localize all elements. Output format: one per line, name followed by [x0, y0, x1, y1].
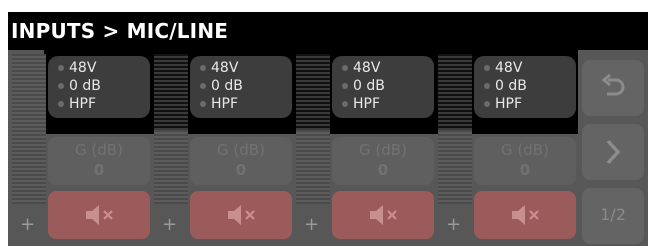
hpf-label: HPF — [69, 96, 97, 112]
hpf-led — [58, 101, 64, 107]
undo-icon — [601, 74, 625, 96]
undo-button[interactable] — [582, 60, 644, 116]
speaker-muted-icon — [512, 205, 539, 225]
hpf-led — [200, 101, 206, 107]
page-title: INPUTS > MIC/LINE — [11, 19, 229, 43]
gain-led — [58, 83, 64, 89]
channel-3-gain-control[interactable]: G (dB) 0 — [332, 137, 434, 185]
add-icon[interactable]: + — [304, 214, 319, 235]
page-indicator: 1/2 — [600, 205, 626, 224]
level-meter — [296, 54, 330, 130]
level-meter — [438, 54, 472, 130]
page-toggle-button[interactable]: 1/2 — [582, 188, 644, 244]
phantom-power-label: 48V — [495, 60, 523, 76]
gain-value: 0 — [377, 161, 389, 179]
gain-led — [484, 83, 490, 89]
channel-3-settings[interactable]: 48V 0 dB HPF — [332, 56, 434, 118]
channel-4-gain-control[interactable]: G (dB) 0 — [474, 137, 576, 185]
speaker-muted-icon — [228, 205, 255, 225]
phantom-power-label: 48V — [69, 60, 97, 76]
channel-2-gain-control[interactable]: G (dB) 0 — [190, 137, 292, 185]
hpf-led — [484, 101, 490, 107]
level-meter-lower — [154, 130, 188, 204]
channel-2-mute-button[interactable] — [190, 191, 292, 239]
channel-3-mute-button[interactable] — [332, 191, 434, 239]
gain-readout: 0 dB — [495, 78, 527, 94]
gain-readout: 0 dB — [69, 78, 101, 94]
hpf-label: HPF — [353, 96, 381, 112]
channel-2-settings[interactable]: 48V 0 dB HPF — [190, 56, 292, 118]
channel-4-mute-button[interactable] — [474, 191, 576, 239]
level-meter — [12, 54, 46, 204]
gain-readout: 0 dB — [211, 78, 243, 94]
hpf-label: HPF — [495, 96, 523, 112]
gain-value: 0 — [235, 161, 247, 179]
phantom-led — [342, 65, 348, 71]
gain-readout: 0 dB — [353, 78, 385, 94]
gain-value: 0 — [93, 161, 105, 179]
add-icon[interactable]: + — [20, 214, 35, 235]
phantom-power-label: 48V — [353, 60, 381, 76]
channel-1-settings[interactable]: 48V 0 dB HPF — [48, 56, 150, 118]
phantom-led — [200, 65, 206, 71]
gain-label: G (dB) — [75, 141, 123, 159]
inputs-mic-line-screen: INPUTS > MIC/LINE 48V 0 dB HPF G (dB) 0 … — [8, 12, 648, 246]
phantom-led — [484, 65, 490, 71]
phantom-led — [58, 65, 64, 71]
chevron-right-icon — [606, 139, 621, 165]
speaker-muted-icon — [86, 205, 113, 225]
phantom-power-label: 48V — [211, 60, 239, 76]
level-meter — [154, 54, 188, 130]
gain-led — [342, 83, 348, 89]
channel-1-gain-control[interactable]: G (dB) 0 — [48, 137, 150, 185]
gain-led — [200, 83, 206, 89]
level-meter-lower — [296, 130, 330, 204]
channel-4-settings[interactable]: 48V 0 dB HPF — [474, 56, 576, 118]
gain-label: G (dB) — [359, 141, 407, 159]
add-icon[interactable]: + — [162, 214, 177, 235]
hpf-label: HPF — [211, 96, 239, 112]
gain-value: 0 — [519, 161, 531, 179]
speaker-muted-icon — [370, 205, 397, 225]
gain-label: G (dB) — [501, 141, 549, 159]
level-meter-lower — [438, 130, 472, 204]
channel-1-mute-button[interactable] — [48, 191, 150, 239]
gain-label: G (dB) — [217, 141, 265, 159]
hpf-led — [342, 101, 348, 107]
add-icon[interactable]: + — [446, 214, 461, 235]
next-button[interactable] — [582, 124, 644, 180]
title-bar: INPUTS > MIC/LINE — [8, 12, 648, 50]
